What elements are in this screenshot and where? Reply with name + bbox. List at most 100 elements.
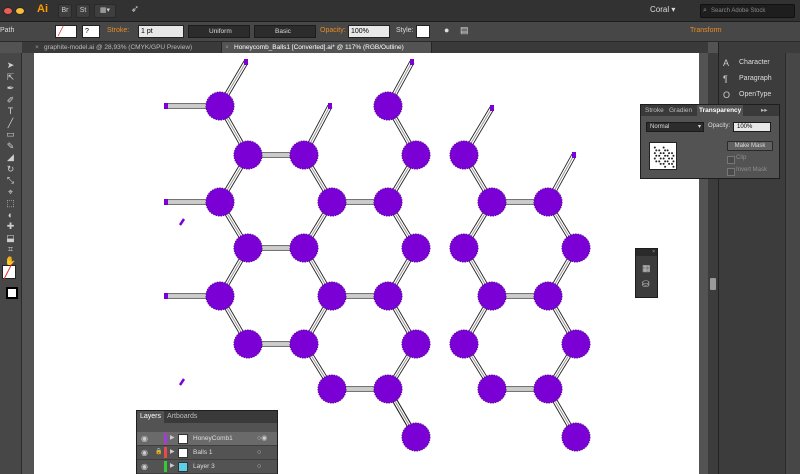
layer-row[interactable]: ◉ ▶ HoneyComb1 ○◉ — [137, 432, 277, 446]
layer-row[interactable]: ◉ 🔒 ▶ Balls 1 ○ — [137, 446, 277, 460]
thumbnail-dot — [666, 154, 669, 157]
thumbnail-dot — [668, 162, 671, 165]
honeycomb-ball[interactable] — [477, 187, 507, 217]
honeycomb-ball[interactable] — [205, 91, 235, 121]
close-panel-icon[interactable]: × — [636, 249, 657, 256]
eye-icon[interactable]: ◉ — [141, 460, 148, 473]
honeycomb-ball[interactable] — [373, 281, 403, 311]
blend-mode-select[interactable]: Normal ▾ — [646, 122, 704, 132]
honeycomb-ball[interactable] — [561, 329, 591, 359]
thumbnail-dot — [671, 157, 674, 160]
honeycomb-ball[interactable] — [317, 187, 347, 217]
object-thumbnail — [649, 142, 677, 170]
honeycomb-ball[interactable] — [205, 187, 235, 217]
thumbnail-dot — [653, 157, 656, 160]
thumbnail-dot — [662, 162, 665, 165]
honeycomb-ball[interactable] — [289, 140, 319, 170]
tab-artboards[interactable]: Artboards — [164, 411, 200, 423]
honeycomb-ball[interactable] — [373, 91, 403, 121]
opentype-icon: O — [723, 90, 731, 100]
thumbnail-dot — [662, 146, 665, 149]
eye-icon[interactable]: ◉ — [141, 446, 148, 459]
rod-end-cap[interactable] — [410, 59, 414, 65]
honeycomb-ball[interactable] — [401, 233, 431, 263]
layer-color-bar — [164, 433, 167, 444]
thumbnail-dot — [664, 160, 667, 163]
lock-icon[interactable]: 🔒 — [155, 446, 162, 459]
dock-item-opentype[interactable]: O OpenType — [723, 88, 771, 102]
thumbnail-dot — [653, 146, 656, 149]
thumbnail-dot — [658, 149, 661, 152]
thumbnail-dot — [659, 152, 662, 155]
honeycomb-artwork[interactable] — [0, 0, 718, 474]
honeycomb-ball[interactable] — [561, 233, 591, 263]
image-trace-icon[interactable]: ⛁ — [642, 279, 650, 290]
honeycomb-ball[interactable] — [289, 329, 319, 359]
thumbnail-dot — [658, 160, 661, 163]
honeycomb-ball[interactable] — [477, 281, 507, 311]
rod-end-cap[interactable] — [164, 293, 168, 299]
honeycomb-ball[interactable] — [401, 422, 431, 452]
honeycomb-ball[interactable] — [205, 281, 235, 311]
honeycomb-ball[interactable] — [373, 374, 403, 404]
collapse-panel-icon[interactable]: ▸▸ — [759, 105, 770, 116]
clip-checkbox[interactable]: Clip — [727, 155, 746, 164]
rod-end-cap[interactable] — [572, 152, 576, 158]
rod-end-cap[interactable] — [244, 59, 248, 65]
dock-item-character[interactable]: A Character — [723, 56, 770, 70]
artboards-icon[interactable]: ▦ — [642, 263, 651, 274]
honeycomb-ball[interactable] — [533, 374, 563, 404]
layer-color-bar — [164, 447, 167, 458]
tab-stroke[interactable]: Stroke — [643, 105, 666, 116]
honeycomb-ball[interactable] — [233, 140, 263, 170]
honeycomb-ball[interactable] — [561, 422, 591, 452]
stray-segment[interactable] — [178, 378, 186, 386]
honeycomb-ball[interactable] — [373, 187, 403, 217]
honeycomb-ball[interactable] — [477, 374, 507, 404]
rod-end-cap[interactable] — [164, 103, 168, 109]
honeycomb-ball[interactable] — [401, 140, 431, 170]
honeycomb-ball[interactable] — [401, 329, 431, 359]
target-icon[interactable]: ○ — [257, 460, 261, 473]
expand-arrow-icon[interactable]: ▶ — [170, 432, 175, 445]
thumbnail-dot — [668, 152, 671, 155]
dock-item-paragraph[interactable]: ¶ Paragraph — [723, 72, 772, 86]
thumbnail-dot — [658, 154, 661, 157]
target-icon[interactable]: ○ — [257, 446, 261, 459]
layer-name[interactable]: Balls 1 — [193, 446, 213, 459]
rod-end-cap[interactable] — [490, 105, 494, 111]
rod-end-cap[interactable] — [164, 199, 168, 205]
layer-name[interactable]: Layer 3 — [193, 460, 215, 473]
target-icon[interactable]: ○◉ — [257, 432, 267, 445]
thumbnail-dot — [655, 154, 658, 157]
honeycomb-ball[interactable] — [233, 233, 263, 263]
tab-layers[interactable]: Layers — [137, 411, 165, 423]
honeycomb-ball[interactable] — [533, 281, 563, 311]
expand-arrow-icon[interactable]: ▶ — [170, 460, 175, 473]
honeycomb-ball[interactable] — [317, 281, 347, 311]
honeycomb-ball[interactable] — [317, 374, 347, 404]
honeycomb-ball[interactable] — [449, 233, 479, 263]
eye-icon[interactable]: ◉ — [141, 432, 148, 445]
rod-end-cap[interactable] — [328, 103, 332, 109]
layers-panel: Layers Artboards ◉ ▶ HoneyComb1 ○◉ ◉ 🔒 ▶… — [136, 410, 278, 474]
transparency-opacity-field[interactable]: 100% — [733, 122, 771, 132]
layer-row[interactable]: ◉ ▶ Layer 3 ○ — [137, 460, 277, 474]
invert-mask-checkbox[interactable]: Invert Mask — [727, 167, 767, 176]
tab-gradient[interactable]: Gradien — [667, 105, 694, 116]
transparency-panel-tabs: Stroke Gradien Transparency ▸▸ — [641, 105, 779, 116]
honeycomb-ball[interactable] — [233, 329, 263, 359]
scrollbar-thumb[interactable] — [710, 278, 716, 290]
tab-transparency[interactable]: Transparency — [697, 105, 744, 116]
honeycomb-ball[interactable] — [289, 233, 319, 263]
honeycomb-ball[interactable] — [449, 329, 479, 359]
make-mask-button[interactable]: Make Mask — [727, 141, 773, 151]
layer-thumbnail — [178, 448, 188, 458]
thumbnail-dot — [653, 152, 656, 155]
dock-icon-strip — [785, 53, 800, 474]
layer-name[interactable]: HoneyComb1 — [193, 432, 233, 445]
stray-segment[interactable] — [178, 218, 186, 226]
honeycomb-ball[interactable] — [533, 187, 563, 217]
expand-arrow-icon[interactable]: ▶ — [170, 446, 175, 459]
honeycomb-ball[interactable] — [449, 140, 479, 170]
